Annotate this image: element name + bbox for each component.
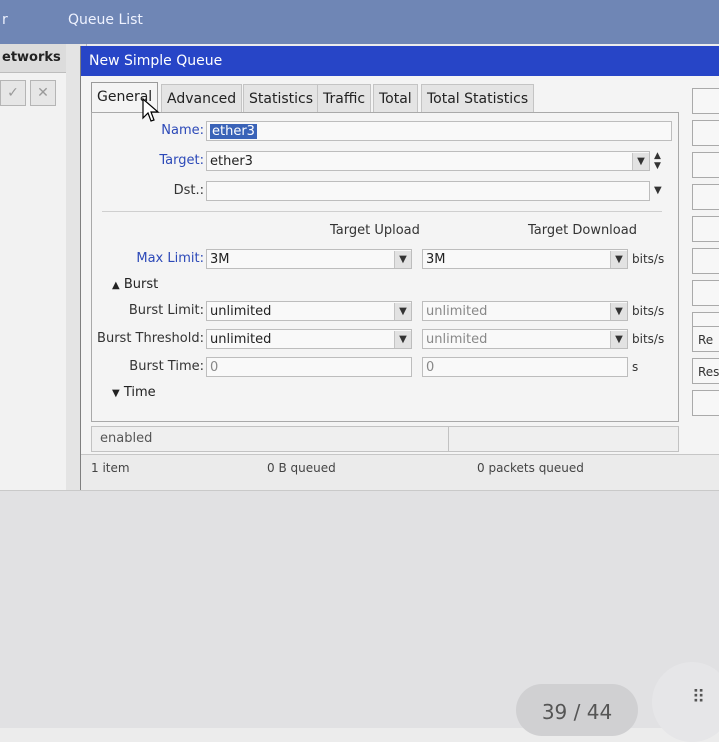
left-panel-header: etworks: [0, 44, 66, 73]
new-simple-queue-dialog: New Simple Queue General Advanced Statis…: [80, 46, 719, 491]
updown-icon[interactable]: ▲ ▼: [654, 151, 661, 171]
cut-window-title: r: [2, 12, 8, 28]
side-button[interactable]: [692, 390, 719, 416]
tab-total-statistics[interactable]: Total Statistics: [421, 84, 535, 113]
dropdown-icon[interactable]: ▼: [394, 331, 411, 348]
queue-list-titlebar: r Queue List: [0, 0, 719, 44]
tab-total[interactable]: Total: [373, 84, 418, 113]
packets-queued: 0 packets queued: [477, 461, 584, 475]
max-limit-download-field[interactable]: 3M ▼: [422, 249, 628, 269]
burst-section-toggle[interactable]: ▲ Burst: [112, 277, 158, 292]
dialog-title: New Simple Queue: [81, 46, 719, 76]
comment-button[interactable]: [692, 216, 719, 242]
target-upload-header: Target Upload: [330, 223, 420, 238]
dst-field[interactable]: [206, 181, 650, 201]
time-section-label: Time: [123, 385, 156, 400]
disable-button[interactable]: [692, 184, 719, 210]
remove-button[interactable]: [692, 280, 719, 306]
cross-icon[interactable]: ✕: [30, 80, 56, 106]
time-section-toggle[interactable]: ▼ Time: [112, 385, 156, 400]
copy-button[interactable]: [692, 248, 719, 274]
dropdown-icon[interactable]: ▼: [610, 331, 627, 348]
max-limit-label: Max Limit:: [136, 251, 204, 266]
burst-time-download-field[interactable]: 0: [422, 357, 628, 377]
dropdown-icon[interactable]: ▼: [610, 303, 627, 320]
dst-dropdown-icon[interactable]: ▼: [654, 185, 662, 196]
left-panel: etworks ✓ ✕: [0, 44, 67, 490]
ok-button[interactable]: [692, 88, 719, 114]
bytes-queued: 0 B queued: [267, 461, 336, 475]
burst-threshold-download-value: unlimited: [426, 332, 488, 347]
burst-threshold-upload-field[interactable]: unlimited ▼: [206, 329, 412, 349]
burst-section-label: Burst: [123, 277, 159, 292]
burst-limit-upload-value: unlimited: [210, 304, 272, 319]
unit-label: bits/s: [632, 332, 665, 346]
page-indicator: 39 / 44: [516, 684, 638, 736]
reset-counters-button[interactable]: Re: [692, 326, 719, 352]
dropdown-icon[interactable]: ▼: [394, 251, 411, 268]
tab-advanced[interactable]: Advanced: [161, 84, 243, 113]
max-limit-upload-value: 3M: [210, 252, 230, 267]
more-menu-button[interactable]: ⠿: [652, 662, 719, 742]
burst-limit-upload-field[interactable]: unlimited ▼: [206, 301, 412, 321]
dst-label: Dst.:: [173, 183, 204, 198]
target-download-header: Target Download: [528, 223, 637, 238]
collapse-icon: ▲: [112, 280, 120, 291]
burst-threshold-label: Burst Threshold:: [97, 331, 204, 346]
dropdown-icon[interactable]: ▼: [632, 153, 649, 170]
unit-label: bits/s: [632, 304, 665, 318]
apply-button[interactable]: [692, 152, 719, 178]
check-icon[interactable]: ✓: [0, 80, 26, 106]
unit-label: s: [632, 360, 639, 374]
expand-icon: ▼: [112, 388, 120, 399]
queue-list-title: Queue List: [68, 12, 143, 28]
target-label: Target:: [159, 153, 204, 168]
dropdown-icon[interactable]: ▼: [610, 251, 627, 268]
more-dots-icon: ⠿: [692, 687, 706, 708]
burst-limit-download-field[interactable]: unlimited ▼: [422, 301, 628, 321]
status-divider: [448, 427, 449, 451]
burst-time-upload-field[interactable]: 0: [206, 357, 412, 377]
target-value: ether3: [210, 154, 253, 169]
general-panel: Name: ether3 Target: ether3 ▼ ▲ ▼ Dst.: ▼…: [91, 112, 679, 422]
burst-limit-label: Burst Limit:: [128, 303, 204, 318]
name-value: ether3: [210, 124, 257, 139]
burst-limit-download-value: unlimited: [426, 304, 488, 319]
mouse-cursor-icon: [142, 97, 160, 128]
status-text: enabled: [100, 431, 153, 446]
tab-traffic[interactable]: Traffic: [317, 84, 372, 113]
max-limit-upload-field[interactable]: 3M ▼: [206, 249, 412, 269]
cancel-button[interactable]: [692, 120, 719, 146]
dropdown-icon[interactable]: ▼: [394, 303, 411, 320]
unit-label: bits/s: [632, 252, 665, 266]
queue-list-footer: 1 item 0 B queued 0 packets queued: [81, 454, 719, 491]
status-bar: enabled: [91, 426, 679, 452]
items-count: 1 item: [91, 461, 130, 475]
separator: [102, 211, 662, 212]
burst-threshold-download-field[interactable]: unlimited ▼: [422, 329, 628, 349]
tab-statistics[interactable]: Statistics: [243, 84, 319, 113]
burst-threshold-upload-value: unlimited: [210, 332, 272, 347]
max-limit-download-value: 3M: [426, 252, 446, 267]
reset-all-counters-button[interactable]: Rese: [692, 358, 719, 384]
burst-time-label: Burst Time:: [129, 359, 204, 374]
tab-bar: General Advanced Statistics Traffic Tota…: [91, 82, 611, 115]
name-field[interactable]: ether3: [206, 121, 672, 141]
target-field[interactable]: ether3 ▼: [206, 151, 650, 171]
